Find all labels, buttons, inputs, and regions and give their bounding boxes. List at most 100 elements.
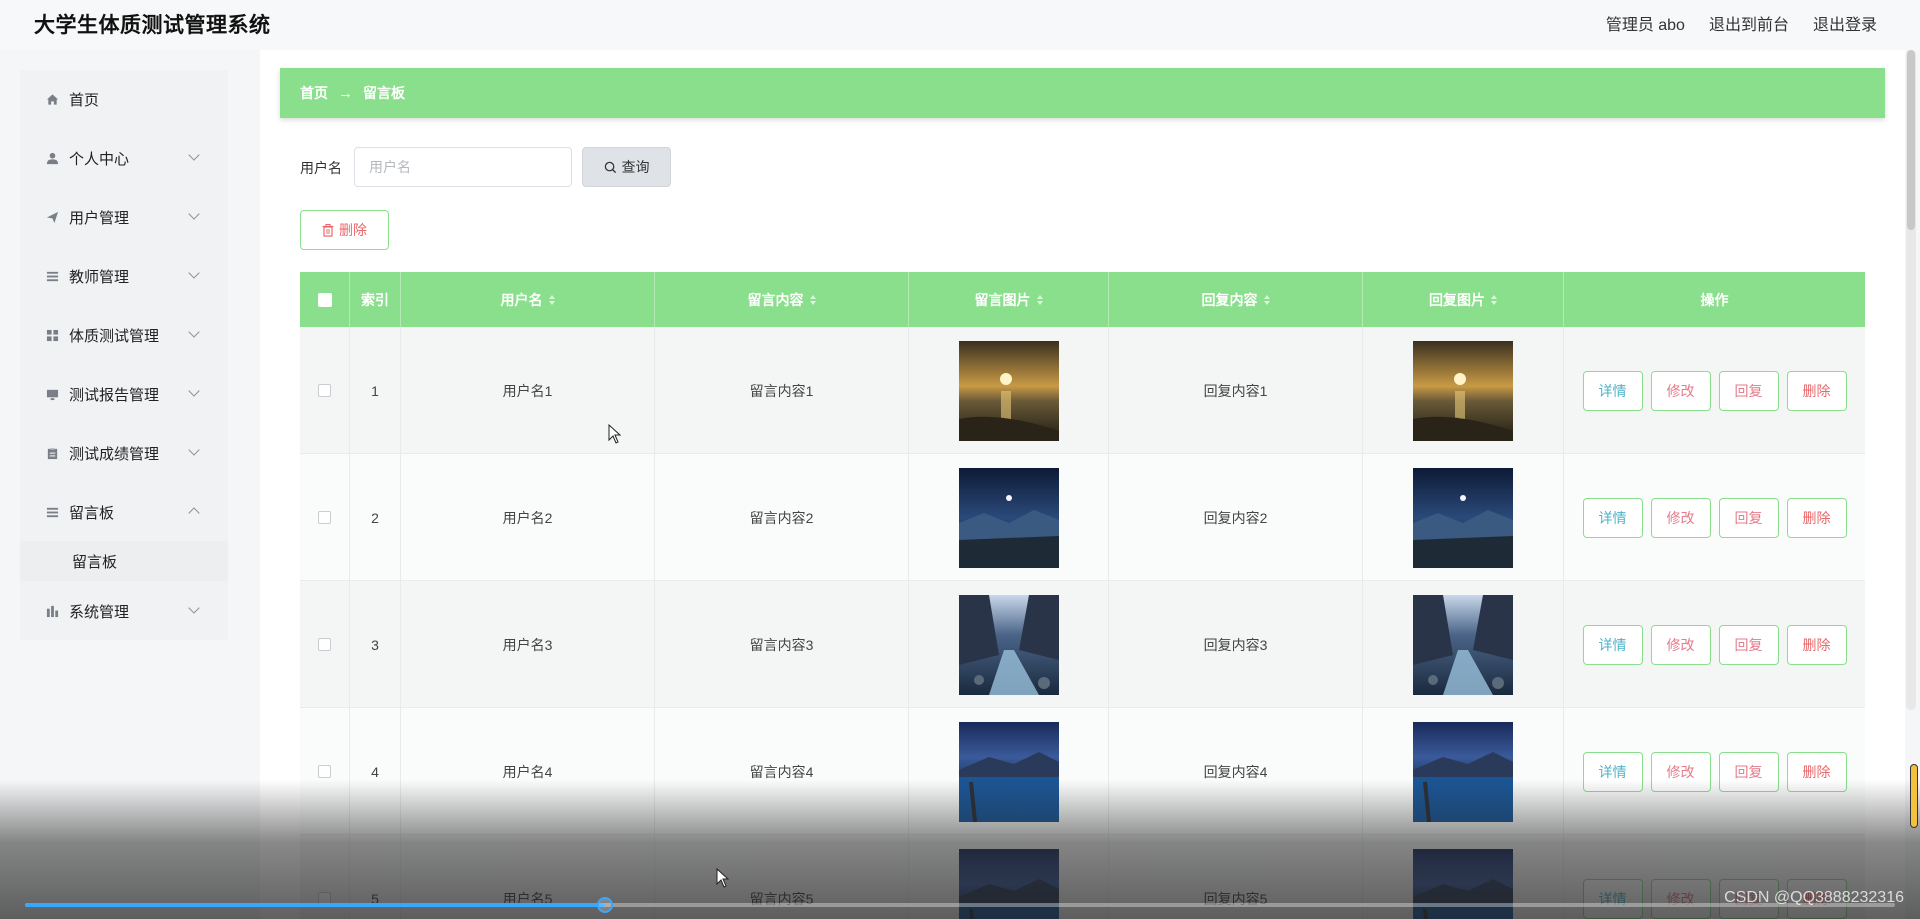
sidebar-item-home[interactable]: 首页: [20, 70, 228, 128]
batch-delete-label: 删除: [339, 222, 367, 238]
table-header: 索引 用户名 留言内容 留言图片 回复内容 回复图片 操作: [300, 272, 1865, 327]
actions-cell: 详情修改回复删除: [1564, 454, 1865, 581]
edit-button[interactable]: 修改: [1650, 624, 1711, 665]
delete-button[interactable]: 删除: [1786, 497, 1847, 538]
night-valley-image[interactable]: [958, 467, 1059, 568]
actions-cell: 详情修改回复删除: [1564, 327, 1865, 454]
search-label: 用户名: [300, 160, 342, 176]
reply-content-cell: 回复内容1: [1109, 327, 1363, 454]
chevron-down-icon: [188, 149, 200, 161]
reply-button[interactable]: 回复: [1718, 370, 1779, 411]
edit-button[interactable]: 修改: [1650, 497, 1711, 538]
header-reply-content[interactable]: 回复内容: [1109, 272, 1363, 327]
sidebar-item-label: 教师管理: [69, 268, 130, 286]
sidebar-item-fitness-test-management[interactable]: 体质测试管理: [20, 306, 228, 364]
sidebar-item-test-score-management[interactable]: 测试成绩管理: [20, 424, 228, 482]
sidebar-item-user-management[interactable]: 用户管理: [20, 188, 228, 246]
breadcrumb: 首页 → 留言板: [280, 68, 1885, 118]
row-checkbox[interactable]: [318, 511, 331, 524]
header-reply-image[interactable]: 回复图片: [1363, 272, 1564, 327]
delete-button[interactable]: 删除: [1786, 624, 1847, 665]
detail-button[interactable]: 详情: [1582, 497, 1643, 538]
row-select-cell: [300, 454, 350, 581]
scrollbar-thumb[interactable]: [1907, 50, 1915, 230]
sidebar-item-test-report-management[interactable]: 测试报告管理: [20, 365, 228, 423]
header-select-all[interactable]: [300, 272, 350, 327]
header-actions: 操作: [1700, 291, 1729, 308]
row-checkbox[interactable]: [318, 638, 331, 651]
sidebar-item-label: 首页: [69, 91, 100, 109]
row-select-cell: [300, 327, 350, 454]
monitor-icon: [45, 387, 59, 401]
reply-button[interactable]: 回复: [1718, 624, 1779, 665]
sort-icon[interactable]: [1263, 294, 1270, 305]
row-checkbox[interactable]: [318, 384, 331, 397]
message-content-cell: 留言内容3: [655, 581, 909, 708]
home-icon: [45, 92, 59, 106]
username-search-input[interactable]: [354, 147, 572, 187]
select-all-checkbox[interactable]: [317, 292, 332, 307]
sidebar-item-system-management[interactable]: 系统管理: [20, 582, 228, 640]
mountain-river-image[interactable]: [958, 594, 1059, 695]
video-progress-fill: [25, 903, 605, 907]
search-button-label: 查询: [621, 159, 650, 175]
list-icon: [45, 505, 59, 519]
sidebar-item-message-board[interactable]: 留言板: [20, 483, 228, 541]
reply-image-cell: [1363, 454, 1564, 581]
sort-icon[interactable]: [809, 294, 816, 305]
table-row: 2 用户名2 留言内容2 回复内容2 详情 修改 回复 删除: [300, 454, 1865, 581]
top-links: 管理员 abo 退出到前台 退出登录: [1606, 11, 1877, 35]
header-message-image[interactable]: 留言图片: [909, 272, 1109, 327]
detail-button[interactable]: 详情: [1582, 370, 1643, 411]
chevron-up-icon: [188, 507, 200, 519]
edit-button[interactable]: 修改: [1650, 370, 1711, 411]
sidebar-item-label: 测试报告管理: [69, 386, 160, 404]
table-row: 1 用户名1 留言内容1 回复内容1 详情 修改 回复 删除: [300, 327, 1865, 454]
sort-icon[interactable]: [548, 294, 555, 305]
sidebar-item-teacher-management[interactable]: 教师管理: [20, 247, 228, 305]
volume-indicator[interactable]: [1910, 764, 1918, 828]
sidebar-item-personal-center[interactable]: 个人中心: [20, 129, 228, 187]
video-progress-bar[interactable]: [25, 897, 1895, 913]
detail-button[interactable]: 详情: [1582, 624, 1643, 665]
chevron-down-icon: [188, 602, 200, 614]
batch-delete-button[interactable]: 删除: [300, 210, 389, 250]
vertical-scrollbar[interactable]: [1906, 50, 1916, 710]
mountain-river-image[interactable]: [1413, 594, 1513, 695]
video-progress-handle[interactable]: [596, 897, 613, 913]
arrow-right-icon: →: [338, 84, 353, 102]
sidebar-subitem-message-board[interactable]: 留言板: [20, 541, 228, 581]
sort-icon[interactable]: [1036, 294, 1043, 305]
watermark: CSDN @QQ3888232316: [1724, 889, 1904, 906]
sunset-beach-image[interactable]: [958, 340, 1059, 441]
sort-icon[interactable]: [1491, 294, 1497, 305]
header-username[interactable]: 用户名: [401, 272, 655, 327]
admin-user-link[interactable]: 管理员 abo: [1606, 11, 1685, 35]
list-icon: [45, 269, 59, 283]
reply-button[interactable]: 回复: [1718, 497, 1779, 538]
row-checkbox[interactable]: [318, 765, 331, 778]
send-icon: [45, 210, 59, 224]
chevron-down-icon: [188, 326, 200, 338]
logout-link[interactable]: 退出登录: [1813, 11, 1877, 35]
night-valley-image[interactable]: [1413, 467, 1513, 568]
header-index: 索引: [350, 272, 401, 327]
search-button[interactable]: 查询: [582, 147, 671, 187]
breadcrumb-current: 留言板: [363, 85, 405, 101]
sunset-beach-image[interactable]: [1413, 340, 1513, 441]
delete-button[interactable]: 删除: [1786, 370, 1847, 411]
index-cell: 2: [350, 454, 401, 581]
username-cell: 用户名3: [401, 581, 655, 708]
message-content-cell: 留言内容1: [655, 327, 909, 454]
message-image-cell: [909, 327, 1109, 454]
sidebar: 首页 个人中心 用户管理 教师管理 体质测试管理 测试报告管理 测试成绩管理 留…: [20, 70, 228, 640]
header-message-content[interactable]: 留言内容: [655, 272, 909, 327]
video-player-overlay: [0, 780, 1920, 919]
exit-to-front-link[interactable]: 退出到前台: [1709, 11, 1789, 35]
message-content-cell: 留言内容2: [655, 454, 909, 581]
chevron-down-icon: [188, 208, 200, 220]
clipboard-icon: [45, 446, 59, 460]
breadcrumb-home[interactable]: 首页: [300, 83, 328, 103]
sidebar-item-label: 用户管理: [69, 209, 130, 227]
actions-cell: 详情修改回复删除: [1564, 581, 1865, 708]
